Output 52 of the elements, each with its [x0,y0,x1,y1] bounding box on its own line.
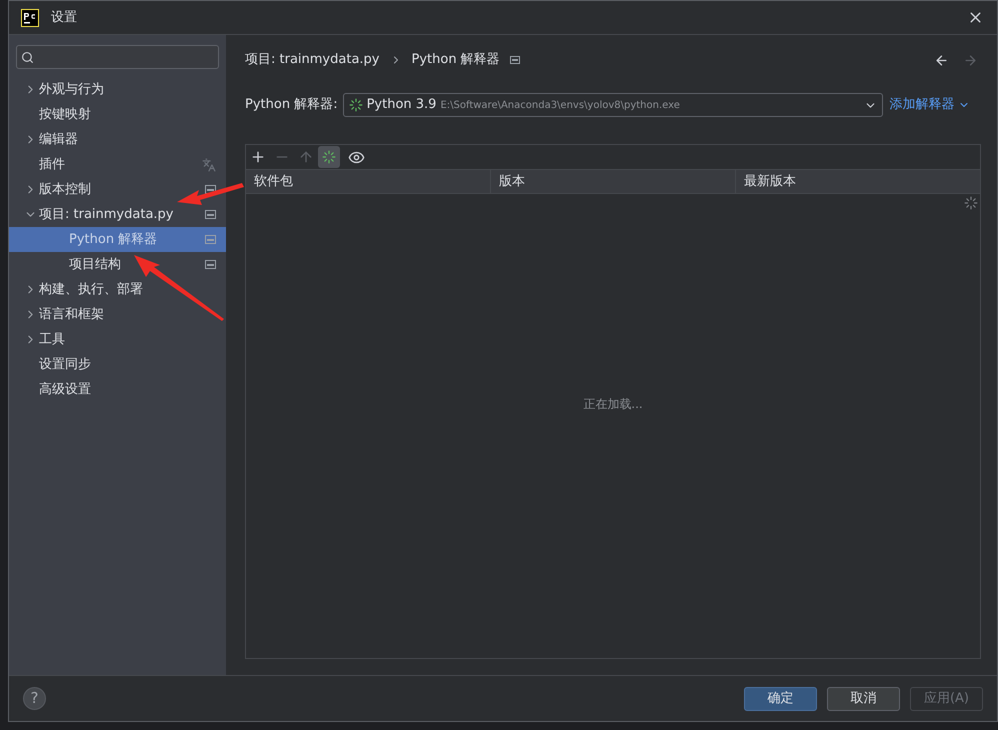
sidebar-item-label: 工具 [39,330,66,349]
forward-arrow-icon[interactable] [963,52,978,68]
breadcrumb-item[interactable]: Python 解释器 [412,50,500,70]
add-icon[interactable] [250,149,266,165]
sidebar-item[interactable]: 项目: trainmydata.py [9,202,226,227]
sidebar-item[interactable]: 设置同步 [9,352,226,377]
sidebar-item-label: 按键映射 [39,106,92,124]
interpreter-label: Python 解释器: [245,96,338,114]
sidebar-item[interactable]: 按键映射 [9,102,226,127]
sidebar-item[interactable]: 高级设置 [9,377,226,402]
upgrade-icon[interactable] [298,149,314,165]
sidebar-item[interactable]: 插件 [9,152,226,177]
interpreter-name: Python 3.9 [366,96,436,114]
project-scope-icon [205,235,216,244]
sidebar-item[interactable]: 工具 [9,327,226,352]
add-interpreter-link[interactable]: 添加解释器 [890,95,970,115]
app-logo-icon [21,8,39,26]
sidebar-item-label: 外观与行为 [39,80,105,99]
project-scope-icon [510,56,520,64]
loading-text: 正在加载... [583,396,643,413]
project-scope-icon [205,260,216,269]
sidebar-item-label: 构建、执行、部署 [39,280,144,299]
dialog-button[interactable]: 取消 [827,686,900,710]
sidebar-item-label: 编辑器 [39,130,79,149]
refresh-button[interactable] [318,146,340,168]
sidebar-item-label: Python 解释器 [69,230,158,249]
column-header[interactable]: 版本 [490,170,735,193]
sidebar-item-label: 项目结构 [69,256,122,274]
sidebar-item-label: 项目: trainmydata.py [39,206,174,224]
project-scope-icon [205,210,216,219]
dialog-button[interactable]: 确定 [744,686,817,710]
loading-spinner-icon [348,98,363,112]
column-header[interactable]: 最新版本 [735,170,980,193]
help-button[interactable]: ? [23,687,46,710]
search-icon [21,50,34,64]
search-field[interactable] [16,45,219,69]
sidebar-item[interactable]: 外观与行为 [9,77,226,102]
annotation-arrow-overlay [175,182,244,208]
sidebar-item-label: 插件 [39,156,66,174]
sidebar-item-label: 版本控制 [39,180,92,199]
loading-spinner-icon [322,150,336,164]
interpreter-dropdown[interactable]: Python 3.9 E:\Software\Anaconda3\envs\yolov8\python.exe [342,93,883,117]
translate-icon [202,158,216,172]
interpreter-path: E:\Software\Anaconda3\envs\yolov8\python.exe [440,98,681,112]
column-header[interactable]: 软件包 [246,170,490,193]
window-title: 设置 [51,8,78,27]
loading-spinner-icon [964,196,978,210]
sidebar-item-label: 高级设置 [39,380,92,399]
sidebar-item-label: 语言和框架 [39,306,105,324]
sidebar-item[interactable]: 编辑器 [9,127,226,152]
breadcrumb-item[interactable]: 项目: trainmydata.py [245,50,380,70]
sidebar-item-label: 设置同步 [39,356,92,374]
